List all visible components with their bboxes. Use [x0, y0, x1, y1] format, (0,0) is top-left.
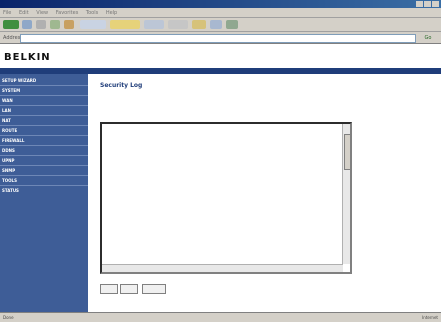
sidebar-item-system[interactable]: SYSTEM [2, 88, 20, 93]
menu-view[interactable]: View [36, 10, 48, 16]
back-icon[interactable] [3, 20, 19, 29]
minimize-button[interactable] [416, 1, 423, 7]
menu-help[interactable]: Help [106, 10, 117, 16]
address-input[interactable] [20, 34, 416, 43]
stop-icon[interactable] [36, 20, 46, 29]
sidebar-item-setup-wizard[interactable]: SETUP WIZARD [2, 78, 36, 83]
sidebar-divider [0, 145, 88, 146]
sidebar-divider [0, 165, 88, 166]
sidebar-item-nat[interactable]: NAT [2, 118, 11, 123]
main-panel: Security Log [90, 74, 441, 312]
search-icon[interactable] [80, 20, 106, 29]
address-bar: Address Go [0, 32, 441, 44]
log-vertical-scrollbar[interactable] [342, 124, 350, 264]
menu-file[interactable]: File [3, 10, 11, 16]
forward-icon[interactable] [22, 20, 32, 29]
log-horizontal-scrollbar[interactable] [102, 264, 343, 272]
sidebar-item-tools[interactable]: TOOLS [2, 178, 17, 183]
sidebar-item-wan[interactable]: WAN [2, 98, 13, 103]
sidebar-item-firewall[interactable]: FIREWALL [2, 138, 24, 143]
maximize-button[interactable] [424, 1, 431, 7]
sidebar-divider [0, 105, 88, 106]
close-button[interactable] [432, 1, 439, 7]
page-title: Security Log [100, 82, 143, 89]
first-page-button[interactable] [100, 284, 118, 294]
refresh-icon[interactable] [50, 20, 60, 29]
sidebar-divider [0, 115, 88, 116]
sidebar-item-route[interactable]: ROUTE [2, 128, 17, 133]
sidebar-divider [0, 95, 88, 96]
sidebar-divider [0, 185, 88, 186]
menu-favorites[interactable]: Favorites [56, 10, 79, 16]
sidebar-item-upnp[interactable]: UPNP [2, 158, 14, 163]
sidebar-item-lan[interactable]: LAN [2, 108, 11, 113]
status-text: Done [3, 315, 14, 320]
title-bar [0, 0, 441, 8]
router-header: BELKIN [0, 44, 441, 68]
mail-icon[interactable] [192, 20, 206, 29]
scroll-thumb[interactable] [344, 134, 350, 170]
belkin-logo: BELKIN [4, 52, 51, 63]
print-icon[interactable] [210, 20, 222, 29]
sidebar-item-status[interactable]: STATUS [2, 188, 19, 193]
home-icon[interactable] [64, 20, 74, 29]
edit-icon[interactable] [226, 20, 238, 29]
history-icon[interactable] [168, 20, 188, 29]
toolbar [0, 18, 441, 32]
zone-text: Internet [422, 315, 438, 320]
sidebar-divider [0, 175, 88, 176]
sidebar-divider [0, 135, 88, 136]
sidebar-divider [0, 125, 88, 126]
sidebar-item-ddns[interactable]: DDNS [2, 148, 15, 153]
previous-page-button[interactable] [120, 284, 138, 294]
refresh-log-button[interactable] [142, 284, 166, 294]
browser-window: File Edit View Favorites Tools Help Addr… [0, 0, 441, 322]
menu-bar: File Edit View Favorites Tools Help [0, 8, 441, 18]
security-log-textarea[interactable] [100, 122, 352, 274]
page-content: BELKIN SETUP WIZARD SYSTEM WAN LAN NAT R… [0, 44, 441, 312]
sidebar-divider [0, 155, 88, 156]
go-button[interactable]: Go [419, 34, 437, 42]
sidebar-item-snmp[interactable]: SNMP [2, 168, 15, 173]
menu-edit[interactable]: Edit [19, 10, 29, 16]
media-icon[interactable] [144, 20, 164, 29]
sidebar-divider [0, 85, 88, 86]
favorites-icon[interactable] [110, 20, 140, 29]
sidebar: SETUP WIZARD SYSTEM WAN LAN NAT ROUTE FI… [0, 74, 88, 312]
menu-tools[interactable]: Tools [86, 10, 98, 16]
